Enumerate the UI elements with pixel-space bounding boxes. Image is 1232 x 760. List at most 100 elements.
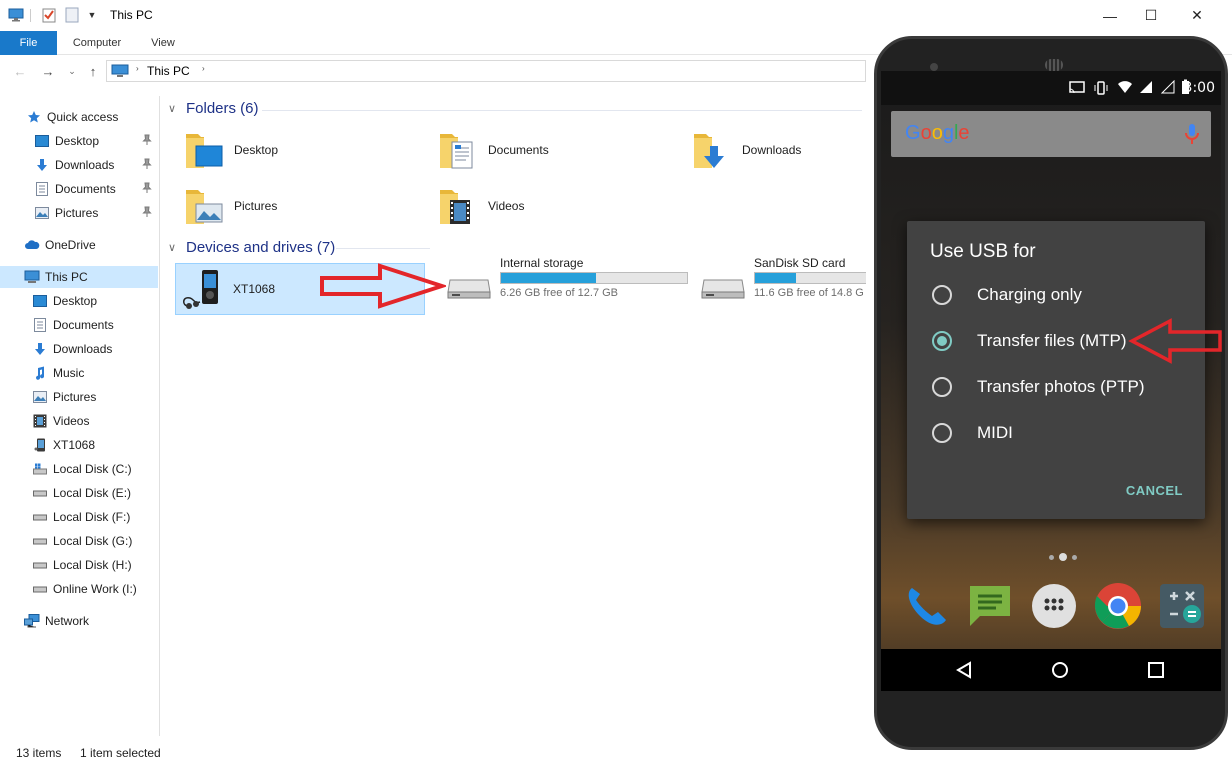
google-logo: Google [905,122,970,144]
pin-icon[interactable] [142,206,152,221]
home-icon[interactable] [1047,657,1073,683]
google-search-bar[interactable]: Google [891,111,1211,157]
sidebar-item-videos[interactable]: Videos [0,410,158,432]
device-label: XT1068 [233,282,276,296]
option-label: Charging only [977,285,1082,304]
sidebar-item-label: Local Disk (E:) [53,486,132,500]
close-button[interactable]: ✕ [1174,0,1220,31]
sidebar-item-quick-access[interactable]: Quick access [0,106,158,128]
sidebar-item-xt1068[interactable]: XT1068 [0,434,158,456]
back-arrow-icon[interactable]: ← [11,62,29,80]
tab-file[interactable]: File [0,31,57,55]
sidebar-item-pictures[interactable]: Pictures [0,386,158,408]
option-label: Transfer photos (PTP) [977,377,1145,396]
sidebar-item-label: Desktop [53,294,98,308]
microphone-icon[interactable] [1185,123,1199,148]
folder-item-pictures[interactable]: Pictures [162,182,402,230]
sidebar-item-label: This PC [45,270,88,284]
sidebar-item-local-disk-g[interactable]: Local Disk (G:) [0,530,158,552]
devices-group-header[interactable]: ∨ Devices and drives (7) [168,239,335,256]
group-divider [262,110,862,111]
sidebar-item-desktop-pinned[interactable]: Desktop [0,130,158,152]
tab-view[interactable]: View [140,31,186,55]
sidebar-item-local-disk-f[interactable]: Local Disk (F:) [0,506,158,528]
option-label: MIDI [977,423,1013,442]
option-charging-only[interactable]: Charging only [907,275,1205,315]
sidebar-item-documents-pinned[interactable]: Documents [0,178,158,200]
address-box[interactable]: › This PC › [106,60,866,82]
radio-button[interactable] [932,423,952,443]
recent-locations-chevron-icon[interactable]: ⌄ [63,62,81,80]
tab-computer[interactable]: Computer [62,31,132,55]
storage-usage-fill [501,273,596,283]
sidebar-item-pictures-pinned[interactable]: Pictures [0,202,158,224]
collapse-chevron-icon[interactable]: ∨ [168,102,182,115]
pin-icon[interactable] [142,182,152,197]
new-folder-icon[interactable] [64,7,80,23]
breadcrumb-separator[interactable]: › [136,64,139,73]
maximize-button[interactable]: ☐ [1128,0,1174,31]
annotation-arrow-left [1128,318,1222,364]
breadcrumb-this-pc[interactable]: This PC [147,64,190,78]
sidebar-item-onedrive[interactable]: OneDrive [0,234,158,256]
phone-app-icon[interactable] [901,581,951,631]
breadcrumb-chevron[interactable]: › [202,64,205,73]
drive-icon [446,274,492,303]
sidebar-item-label: Online Work (I:) [53,582,137,596]
pin-icon[interactable] [142,134,152,149]
properties-icon[interactable] [41,7,57,23]
sidebar-item-label: Desktop [55,134,100,148]
usb-mode-dialog: Use USB for Charging only Transfer files… [907,221,1205,519]
device-free-space: 11.6 GB free of 14.8 G [754,287,864,299]
device-label: Internal storage [500,256,584,270]
sidebar-item-documents[interactable]: Documents [0,314,158,336]
sidebar-item-label: Pictures [53,390,97,404]
sidebar-item-label: Quick access [47,110,119,124]
sidebar-item-local-disk-e[interactable]: Local Disk (E:) [0,482,158,504]
android-nav-bar [881,649,1221,691]
drive-icon [32,509,48,525]
no-sim-signal-icon [1160,79,1175,97]
option-transfer-photos-ptp[interactable]: Transfer photos (PTP) [907,367,1205,407]
device-item-internal-storage[interactable]: Internal storage 6.26 GB free of 12.7 GB [434,254,696,306]
sidebar-item-downloads-pinned[interactable]: Downloads [0,154,158,176]
sidebar-item-network[interactable]: Network [0,610,158,632]
minimize-button[interactable]: — [1087,0,1133,31]
sidebar-item-local-disk-h[interactable]: Local Disk (H:) [0,554,158,576]
content-pane: ∨ Folders (6) Desktop Documents Download… [162,96,866,736]
recents-icon[interactable] [1143,657,1169,683]
sidebar-item-local-disk-c[interactable]: Local Disk (C:) [0,458,158,480]
collapse-chevron-icon[interactable]: ∨ [168,241,182,254]
downloads-icon [34,157,50,173]
pin-icon[interactable] [142,158,152,173]
sidebar-item-online-work-i[interactable]: Online Work (I:) [0,578,158,600]
sidebar-item-downloads[interactable]: Downloads [0,338,158,360]
sidebar-item-desktop[interactable]: Desktop [0,290,158,312]
up-arrow-icon[interactable]: ↑ [84,62,102,80]
sidebar-item-this-pc[interactable]: This PC [0,266,158,288]
back-icon[interactable] [951,657,977,683]
radio-button-selected[interactable] [932,331,952,351]
app-drawer-icon[interactable] [1029,581,1079,631]
forward-arrow-icon[interactable]: → [39,62,57,80]
radio-button[interactable] [932,285,952,305]
star-icon [26,109,42,125]
folder-item-desktop[interactable]: Desktop [162,126,402,174]
item-count: 13 items [16,746,62,760]
folders-group-header[interactable]: ∨ Folders (6) [168,100,259,117]
calculator-app-icon[interactable] [1157,581,1207,631]
radio-button[interactable] [932,377,952,397]
group-divider [336,248,430,249]
signal-icon [1139,80,1153,97]
folder-item-videos[interactable]: Videos [416,182,656,230]
messages-app-icon[interactable] [965,581,1015,631]
sidebar-item-music[interactable]: Music [0,362,158,384]
cancel-button[interactable]: CANCEL [1126,483,1183,498]
option-midi[interactable]: MIDI [907,413,1205,453]
customize-toolbar-dropdown-icon[interactable]: ▼ [84,7,100,23]
chrome-app-icon[interactable] [1093,581,1143,631]
device-item-sandisk-sd-card[interactable]: SanDisk SD card 11.6 GB free of 14.8 G [692,254,866,306]
storage-usage-bar [754,272,866,284]
folder-item-documents[interactable]: Documents [416,126,656,174]
drive-icon [700,274,746,303]
